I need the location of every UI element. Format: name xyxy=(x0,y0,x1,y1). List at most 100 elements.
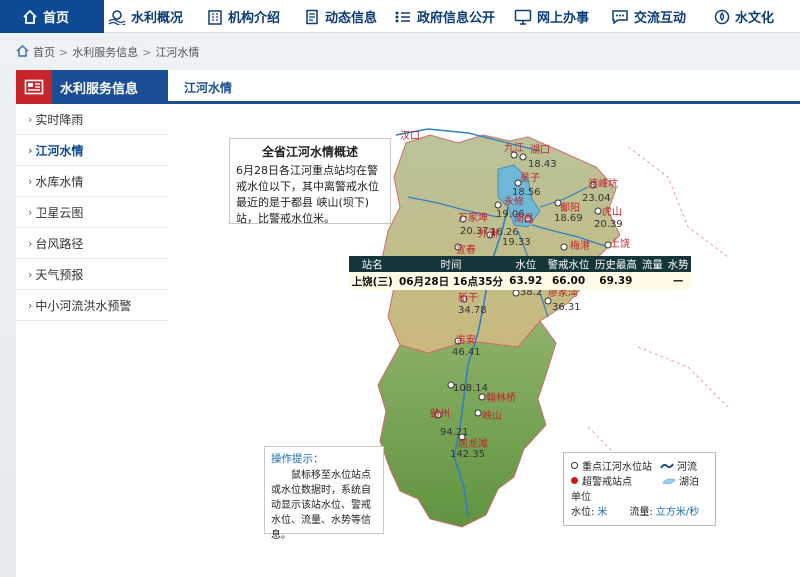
station-yichun[interactable]: 宜春 xyxy=(454,243,476,256)
water-overview-box: 全省江河水情概述 6月28日各江河重点站均在警戒水位以下，其中离警戒水位最近的是… xyxy=(229,138,391,225)
breadcrumb-separator: > xyxy=(59,45,69,59)
station-data-table: 站名 时间 水位 警戒水位 历史最高 流量 水势 上饶(三) 06月28日 16… xyxy=(349,256,691,290)
sidebar-item-label: 台风路径 xyxy=(35,236,84,251)
station-name: 新干 xyxy=(458,291,478,304)
chevron-right-icon: › xyxy=(28,205,33,219)
station-name: 虎山 xyxy=(602,206,622,218)
cell-station: 上饶(三) xyxy=(349,272,396,290)
content-tab-river-water[interactable]: 江河水情 xyxy=(184,79,232,96)
sidebar-item-river-water[interactable]: › 江河水情 xyxy=(16,135,168,166)
station-value: 18.69 xyxy=(554,213,583,224)
chat-icon xyxy=(611,9,629,25)
sidebar-item-reservoir-water[interactable]: › 水库水情 xyxy=(16,166,168,197)
station-value: 46.41 xyxy=(452,347,481,358)
sidebar-menu: › 实时降雨 › 江河水情 › 水库水情 › 卫星云图 › 台风路径 › 天气预报 › 中小河… xyxy=(16,104,168,321)
station-name: 南昌 xyxy=(514,212,534,225)
station-value: 142.35 xyxy=(450,449,485,460)
document-icon xyxy=(304,9,320,25)
chevron-right-icon: › xyxy=(28,112,33,126)
station-name: 永修 xyxy=(504,195,524,208)
water-ripple-icon xyxy=(108,9,126,25)
nav-gov-info-label: 政府信息公开 xyxy=(417,11,496,26)
chevron-right-icon: › xyxy=(28,298,33,312)
legend-station-label: 重点江河水位站 xyxy=(582,462,652,473)
sidebar-item-realtime-rainfall[interactable]: › 实时降雨 xyxy=(16,104,168,135)
station-name: 万家埠 xyxy=(458,211,488,224)
station-hankou[interactable]: 汉口 xyxy=(400,130,420,142)
legend-lake-label: 湖泊 xyxy=(679,477,699,488)
nav-water-culture-label: 水文化 xyxy=(735,11,775,26)
sidebar-item-label: 中小河流洪水预警 xyxy=(35,298,132,313)
nav-gov-info[interactable]: 政府信息公开 xyxy=(394,0,495,33)
legend-row: 水位: 米 流量: 立方米/秒 xyxy=(571,503,708,518)
nav-water-overview[interactable]: 水利概况 xyxy=(108,0,183,33)
column-header-time: 时间 xyxy=(395,256,507,272)
sidebar-header: 水利服务信息 xyxy=(16,70,168,104)
list-icon xyxy=(394,9,412,25)
station-name: 星子 xyxy=(520,172,540,184)
station-value: 20.39 xyxy=(594,219,623,230)
cell-level: 63.92 xyxy=(506,272,545,290)
nav-home[interactable]: 首页 xyxy=(0,0,104,33)
sidebar-item-typhoon-path[interactable]: › 台风路径 xyxy=(16,228,168,259)
column-header-level: 水位 xyxy=(506,256,545,272)
river-icon xyxy=(660,462,674,470)
station-nanchang[interactable]: 南昌 xyxy=(514,212,534,225)
station-marker-icon xyxy=(571,462,578,469)
chevron-right-icon: › xyxy=(28,236,33,250)
breadcrumb-home[interactable]: 首页 xyxy=(33,44,55,60)
nav-online-service[interactable]: 网上办事 xyxy=(514,0,589,33)
overview-title: 全省江河水情概述 xyxy=(261,145,358,159)
tips-body: 鼠标移至水位站点或水位数据时，系统自动显示该站水位、警戒水位、流量、水势等信息。 xyxy=(271,470,371,541)
nav-interaction[interactable]: 交流互动 xyxy=(611,0,686,33)
operation-tips-box: 操作提示： 鼠标移至水位站点或水位数据时，系统自动显示该站水位、警戒水位、流量、… xyxy=(264,446,384,541)
legend-river-label: 河流 xyxy=(677,462,697,473)
nav-interaction-label: 交流互动 xyxy=(634,11,687,26)
station-name: 峡山 xyxy=(482,409,502,422)
sidebar-item-label: 水库水情 xyxy=(35,174,84,189)
legend-flow-unit: 立方米/秒 xyxy=(655,507,700,518)
table-row: 上饶(三) 06月28日 16点35分 63.92 66.00 69.39 — xyxy=(349,272,691,290)
home-icon[interactable] xyxy=(16,44,29,60)
content-title-bar: 江河水情 xyxy=(168,70,800,104)
breadcrumb-current: 江河水情 xyxy=(155,46,200,59)
station-name: 渡峰坑 xyxy=(588,177,618,190)
newspaper-icon xyxy=(16,70,52,104)
chevron-right-icon: › xyxy=(28,143,33,157)
station-name: 九江 xyxy=(504,142,524,154)
table-header-row: 站名 时间 水位 警戒水位 历史最高 流量 水势 xyxy=(349,256,691,272)
legend-flow-label: 流量: xyxy=(629,507,653,518)
nav-online-service-label: 网上办事 xyxy=(537,11,590,26)
nav-water-culture[interactable]: 水文化 xyxy=(714,0,774,33)
station-name: 湖口 xyxy=(530,144,550,156)
top-navigation: 首页 水利概况 机构介绍 动态信息 政府信息公开 网上办事 交流互动 水文化 xyxy=(0,0,800,33)
cell-warning-level: 66.00 xyxy=(544,272,593,290)
legend-row: 超警戒站点 湖泊 xyxy=(571,473,708,488)
column-header-flow: 流量 xyxy=(639,256,666,272)
sidebar-item-satellite-cloud[interactable]: › 卫星云图 xyxy=(16,197,168,228)
chevron-right-icon: › xyxy=(28,174,33,188)
column-header-warning-level: 警戒水位 xyxy=(544,256,593,272)
chevron-right-icon: › xyxy=(28,267,33,281)
sidebar-item-flood-warning[interactable]: › 中小河流洪水预警 xyxy=(16,290,168,321)
station-ganzhou-west[interactable]: 108.14 xyxy=(447,381,488,394)
station-value: 23.04 xyxy=(582,193,611,204)
cell-trend: — xyxy=(665,272,691,290)
sidebar-title: 水利服务信息 xyxy=(60,81,139,97)
breadcrumb-service-info[interactable]: 水利服务信息 xyxy=(72,44,138,60)
cell-historical-max: 69.39 xyxy=(592,272,640,290)
nav-water-overview-label: 水利概况 xyxy=(131,11,184,26)
station-value: 108.14 xyxy=(453,383,488,394)
sidebar-item-weather-forecast[interactable]: › 天气预报 xyxy=(16,259,168,290)
nav-organization[interactable]: 机构介绍 xyxy=(207,0,280,33)
nav-home-label: 首页 xyxy=(43,11,70,26)
sidebar-item-label: 卫星云图 xyxy=(35,205,84,220)
nav-news[interactable]: 动态信息 xyxy=(304,0,377,33)
nav-organization-label: 机构介绍 xyxy=(228,11,281,26)
breadcrumb: 首页 > 水利服务信息 > 江河水情 xyxy=(16,44,199,60)
legend-row: 重点江河水位站 河流 xyxy=(571,458,708,473)
station-value: 36.31 xyxy=(552,302,581,313)
column-header-station: 站名 xyxy=(349,256,396,272)
tips-title: 操作提示： xyxy=(271,453,324,465)
station-name: 赣州 xyxy=(430,407,450,420)
